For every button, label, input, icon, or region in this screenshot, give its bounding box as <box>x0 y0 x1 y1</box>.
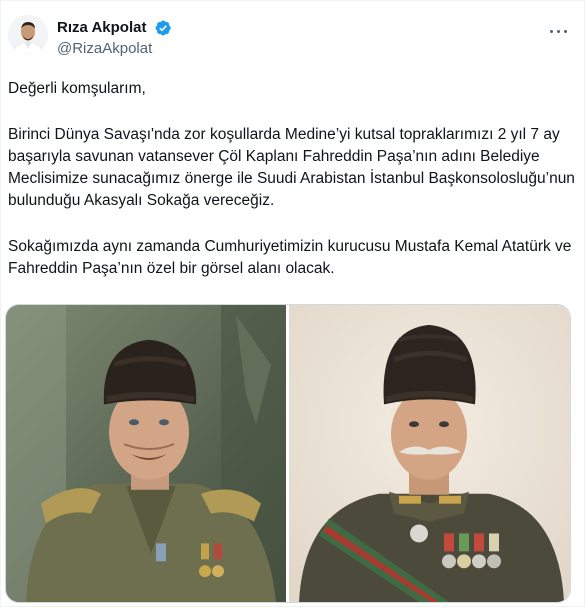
tweet-media[interactable] <box>5 304 571 603</box>
profile-photo <box>8 15 48 55</box>
author-handle[interactable]: @RizaAkpolat <box>57 39 172 59</box>
portrait-photo-right[interactable] <box>289 305 570 602</box>
tweet-header: Rıza Akpolat @RizaAkpolat <box>8 13 578 65</box>
author-display-name[interactable]: Rıza Akpolat <box>57 19 146 37</box>
portrait-photo-left[interactable] <box>6 305 286 602</box>
tweet-text: Değerli komşularım, Birinci Dünya Savaşı… <box>8 78 580 304</box>
author-block: Rıza Akpolat @RizaAkpolat <box>57 19 172 59</box>
portrait-image <box>289 305 570 602</box>
tweet-card: Rıza Akpolat @RizaAkpolat Değerli komşul… <box>0 0 585 607</box>
portrait-image <box>6 305 286 602</box>
tweet-paragraph: Sokağımızda aynı zamanda Cumhuriyetimizi… <box>8 238 572 277</box>
tweet-paragraph: Değerli komşularım, <box>8 80 146 97</box>
verified-badge-icon <box>155 20 171 36</box>
avatar[interactable] <box>8 15 48 55</box>
tweet-paragraph: Birinci Dünya Savaşı'nda zor koşullarda … <box>8 126 575 209</box>
more-options-icon[interactable] <box>548 23 570 39</box>
